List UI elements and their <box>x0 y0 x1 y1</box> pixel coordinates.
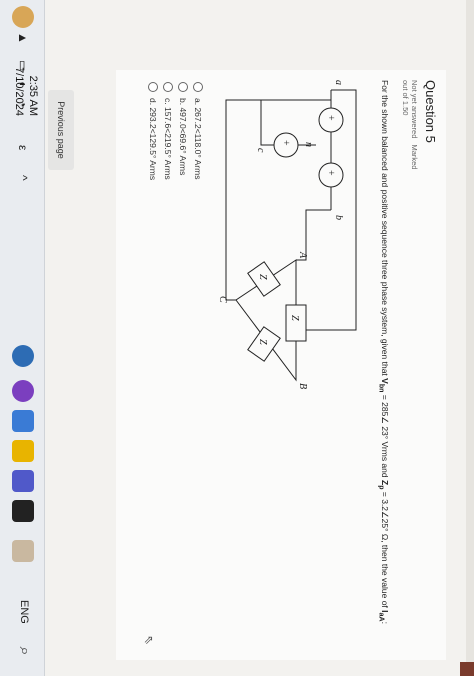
circuit-diagram: + + + Z Z Z a b c n A B C <box>217 80 357 389</box>
radio-d[interactable] <box>148 82 159 92</box>
question-text-prefix: For the shown balanced and positive sequ… <box>380 80 390 379</box>
answer-option-b[interactable]: b. 497.0<69.6° Arms <box>176 82 191 180</box>
clock-date: 7/10/2024 <box>13 67 25 116</box>
taskbar: ⌕ ENG ^ ε ◔ ◖ ▭ 2:35 AM 7/10/2024 ▲ <box>0 0 45 676</box>
impedance-ab: Z <box>285 304 307 342</box>
voltage-source-a: + <box>318 107 344 133</box>
question-status: Not yet answered Marked out of 1.50 <box>401 80 419 170</box>
zp-ab-label: Z <box>289 315 300 321</box>
question-text: For the shown balanced and positive sequ… <box>375 80 391 655</box>
node-B-label: B <box>297 383 308 389</box>
mouse-cursor-icon: ⇖ <box>142 635 156 646</box>
radio-b[interactable] <box>178 82 189 92</box>
zp-ca-label: Z <box>257 274 268 280</box>
source-a-plus: + <box>325 115 336 121</box>
source-wires <box>260 90 332 210</box>
screen: Question 5 Not yet answered Marked out o… <box>0 0 474 676</box>
question-title: Question 5 <box>423 80 438 143</box>
voltage-source-b: + <box>318 162 344 188</box>
zp-bc-label: Z <box>257 339 268 345</box>
status-text: Not yet answered <box>410 80 419 139</box>
app-terminal-icon[interactable] <box>12 500 34 522</box>
clock-time: 2:35 AM <box>27 75 39 116</box>
node-C-label: C <box>217 296 228 303</box>
answer-option-a[interactable]: a. 267.2<118.0° Arms <box>191 82 206 180</box>
node-b-label: b <box>333 215 344 220</box>
impedance-bc: Z <box>247 326 281 362</box>
browser-top-strip <box>466 0 474 676</box>
app-drive-icon[interactable] <box>12 410 34 432</box>
app-teams-icon[interactable] <box>12 470 34 492</box>
answer-a-label: a. 267.2<118.0° Arms <box>193 98 204 180</box>
z-value: = 3.2∠25° Ω, then the value of <box>380 489 390 611</box>
node-a-label: a <box>333 80 344 85</box>
chevron-up-icon[interactable]: ^ <box>16 175 30 181</box>
app-browser-icon[interactable] <box>12 380 34 402</box>
node-c-label: c <box>255 148 266 153</box>
app-file-explorer-icon[interactable] <box>12 540 34 562</box>
answer-options: a. 267.2<118.0° Arms b. 497.0<69.6° Arms… <box>146 82 206 180</box>
v-value: = 285∠ 23° Vrms and <box>380 392 390 480</box>
taskbar-clock[interactable]: 2:35 AM 7/10/2024 <box>12 67 40 116</box>
language-indicator[interactable]: ENG <box>18 600 30 624</box>
previous-page-button[interactable]: Previous page <box>48 90 74 170</box>
i-subscript: aA <box>377 612 386 622</box>
source-c-plus: + <box>280 140 291 146</box>
node-n-label: n <box>303 142 314 147</box>
node-A-label: A <box>297 251 308 259</box>
answer-option-d[interactable]: d. 293.2<129.5° Arms <box>146 82 161 180</box>
question-suffix: : <box>380 621 390 624</box>
weather-icon[interactable] <box>12 6 34 28</box>
search-icon[interactable]: ⌕ <box>11 640 33 662</box>
app-edge-icon[interactable] <box>12 345 34 367</box>
answer-b-label: b. 497.0<69.6° Arms <box>178 98 189 176</box>
radio-a[interactable] <box>193 82 204 92</box>
pen-icon[interactable]: ε <box>16 145 30 150</box>
notification-bell-icon[interactable]: ▲ <box>16 32 30 44</box>
answer-d-label: d. 293.2<129.5° Arms <box>148 98 159 181</box>
voltage-source-c: + <box>273 132 299 158</box>
corner-badge <box>460 662 474 676</box>
question-card: Question 5 Not yet answered Marked out o… <box>116 70 446 660</box>
impedance-ca: Z <box>247 261 281 297</box>
answer-option-c[interactable]: c. 157.6<219.5° Arms <box>161 82 176 180</box>
radio-c[interactable] <box>163 82 174 92</box>
app-folder-icon[interactable] <box>12 440 34 462</box>
answer-c-label: c. 157.6<219.5° Arms <box>163 98 174 180</box>
question-info: Question 5 Not yet answered Marked out o… <box>401 80 438 170</box>
source-b-plus: + <box>325 170 336 176</box>
